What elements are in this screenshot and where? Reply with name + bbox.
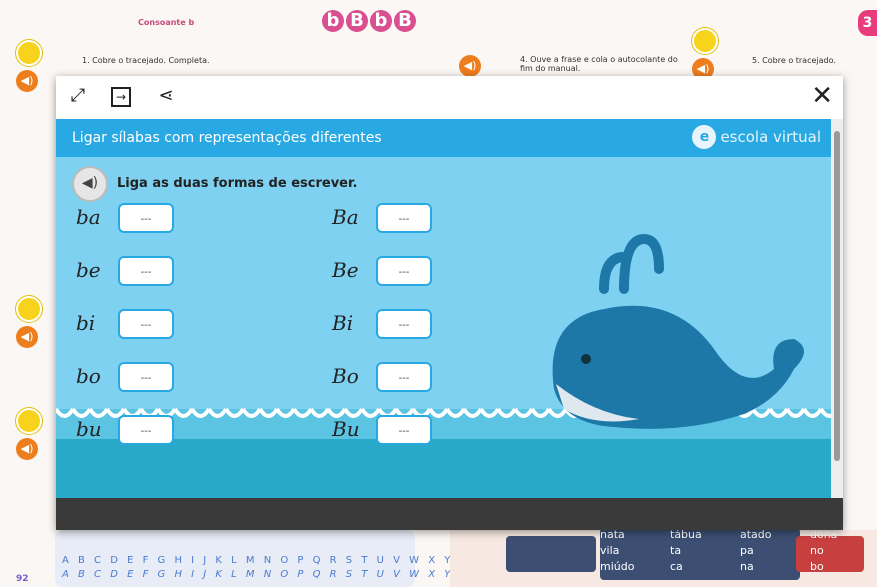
left-answer-box[interactable]: --- (118, 256, 174, 286)
left-syllable: ba (76, 205, 101, 229)
page-number-left: 92 (16, 574, 29, 584)
right-answer-box[interactable]: --- (376, 415, 432, 445)
left-syllable: be (76, 258, 101, 282)
letter-badge: b (370, 10, 392, 32)
background-page-header (0, 0, 877, 30)
wave (360, 407, 381, 418)
letter-badges: bBbB (322, 10, 418, 32)
vertical-scrollbar[interactable] (831, 119, 843, 498)
instruction-text: Liga as duas formas de escrever. (117, 176, 358, 191)
wave (190, 407, 211, 418)
activity-content: Ligar sílabas com representações diferen… (56, 119, 831, 498)
whale-illustration (552, 233, 804, 429)
scrollbar-thumb[interactable] (834, 131, 840, 461)
wave (309, 407, 330, 418)
left-answer-box[interactable]: --- (118, 309, 174, 339)
audio-button[interactable]: ◀) (72, 166, 108, 202)
wave (241, 407, 262, 418)
train-engine (506, 536, 596, 572)
speaker-icon[interactable]: ◀) (16, 70, 38, 92)
wave (496, 407, 517, 418)
wave (292, 407, 313, 418)
word-row: vila ta pa no (600, 544, 856, 557)
alphabet-cursive: A B C D E F G H I J K L M N O P Q R S T … (62, 569, 470, 580)
wave (88, 407, 109, 418)
word-row: miúdo ca na bo (600, 560, 856, 573)
word-table: nata tábua atado dona vila ta pa no miúd… (600, 528, 856, 576)
share-icon[interactable]: ⋖ (155, 85, 177, 107)
hand-icon[interactable] (692, 28, 718, 54)
word: pa (740, 544, 754, 557)
letter-badge: B (394, 10, 416, 32)
left-answer-box[interactable]: --- (118, 203, 174, 233)
left-syllable: bi (76, 311, 96, 335)
speaker-icon[interactable]: ◀) (16, 438, 38, 460)
wave (258, 407, 279, 418)
hand-icon[interactable] (16, 296, 42, 322)
right-syllable: Bo (332, 364, 359, 388)
word: ta (670, 544, 682, 557)
hand-icon[interactable] (16, 408, 42, 434)
close-icon[interactable]: ✕ (811, 82, 833, 110)
word: na (740, 560, 754, 573)
wave (513, 407, 534, 418)
wave (428, 407, 449, 418)
wave (326, 407, 347, 418)
letter-badge: B (346, 10, 368, 32)
right-syllable: Bi (332, 311, 354, 335)
escola-virtual-logo: e escola virtual (692, 125, 821, 149)
left-syllable: bu (76, 417, 102, 441)
right-answer-box[interactable]: --- (376, 362, 432, 392)
wave (343, 407, 364, 418)
section-title: Consoante b (138, 18, 195, 27)
step-1-text: 1. Cobre o tracejado. Completa. (82, 56, 210, 65)
activity-modal: ⤢ → ⋖ ✕ Ligar sílabas com representações… (56, 76, 843, 530)
speaker-icon[interactable]: ◀) (459, 55, 481, 77)
right-answer-box[interactable]: --- (376, 309, 432, 339)
left-answer-box[interactable]: --- (118, 362, 174, 392)
step-4-text: 4. Ouve a frase e cola o autocolante do … (520, 55, 678, 73)
word: miúdo (600, 560, 635, 573)
modal-toolbar: ⤢ → ⋖ ✕ (56, 76, 843, 118)
word: ca (670, 560, 683, 573)
modal-footer (56, 498, 843, 530)
right-answer-box[interactable]: --- (376, 203, 432, 233)
right-syllable: Be (332, 258, 359, 282)
step-5-text: 5. Cobre o tracejado. (752, 56, 836, 65)
wave (479, 407, 500, 418)
logo-mark: e (692, 125, 717, 149)
wave (462, 407, 483, 418)
expand-icon[interactable]: ⤢ (67, 85, 89, 107)
hand-icon[interactable] (16, 40, 42, 66)
panel-icon[interactable]: → (111, 87, 131, 107)
word: vila (600, 544, 620, 557)
wave (445, 407, 466, 418)
alphabet-print: A B C D E F G H I J K L M N O P Q R S T … (62, 555, 470, 566)
activity-header: Ligar sílabas com representações diferen… (56, 119, 831, 157)
right-syllable: Bu (332, 417, 360, 441)
wave (275, 407, 296, 418)
right-answer-box[interactable]: --- (376, 256, 432, 286)
speaker-icon[interactable]: ◀) (16, 326, 38, 348)
page-tab[interactable]: 3 (858, 10, 877, 36)
left-syllable: bo (76, 364, 101, 388)
right-syllable: Ba (332, 205, 359, 229)
word: bo (810, 560, 824, 573)
word: no (810, 544, 824, 557)
wave (71, 407, 92, 418)
logo-text: escola virtual (720, 128, 821, 146)
wave (224, 407, 245, 418)
left-answer-box[interactable]: --- (118, 415, 174, 445)
speaker-icon: ◀) (81, 175, 99, 191)
wave (173, 407, 194, 418)
activity-title: Ligar sílabas com representações diferen… (72, 130, 382, 146)
wave (207, 407, 228, 418)
wave (56, 407, 75, 418)
letter-badge: b (322, 10, 344, 32)
